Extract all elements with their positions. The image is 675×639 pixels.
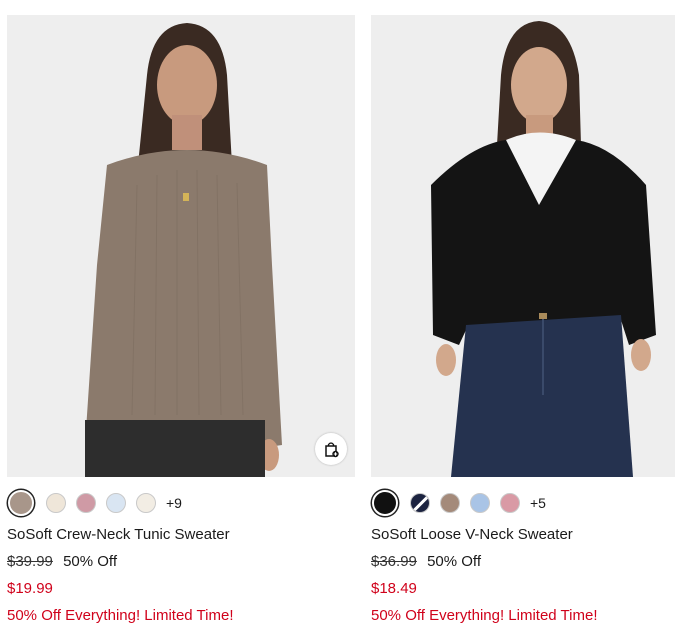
swatch-5[interactable] (500, 493, 520, 513)
swatch-1[interactable] (372, 490, 398, 516)
product-card-2[interactable]: +5 SoSoft Loose V-Neck Sweater $36.99 50… (371, 15, 675, 624)
sale-price: $19.99 (7, 580, 53, 597)
model-photo (7, 15, 355, 477)
swatch-5[interactable] (136, 493, 156, 513)
original-price: $39.99 (7, 553, 53, 570)
discount-label: 50% Off (63, 553, 117, 570)
promo-text: 50% Off Everything! Limited Time! (7, 607, 234, 624)
sale-price: $18.49 (371, 580, 417, 597)
swatch-2[interactable] (410, 493, 430, 513)
more-colors-link[interactable]: +9 (166, 495, 182, 511)
swatch-1[interactable] (8, 490, 34, 516)
more-colors-link[interactable]: +5 (530, 495, 546, 511)
color-swatches: +9 (7, 489, 355, 517)
swatch-3[interactable] (440, 493, 460, 513)
product-image[interactable] (371, 15, 675, 477)
swatch-4[interactable] (106, 493, 126, 513)
original-price: $36.99 (371, 553, 417, 570)
product-name[interactable]: SoSoft Crew-Neck Tunic Sweater (7, 526, 355, 543)
color-swatches: +5 (371, 489, 675, 517)
quick-add-button[interactable] (315, 433, 347, 465)
promo-text: 50% Off Everything! Limited Time! (371, 607, 598, 624)
price-row: $39.99 50% Off (7, 553, 355, 570)
product-name[interactable]: SoSoft Loose V-Neck Sweater (371, 526, 675, 543)
product-image[interactable] (7, 15, 355, 477)
swatch-4[interactable] (470, 493, 490, 513)
model-photo (371, 15, 675, 477)
price-row: $36.99 50% Off (371, 553, 675, 570)
discount-label: 50% Off (427, 553, 481, 570)
shopping-bag-plus-icon (325, 442, 339, 458)
swatch-3[interactable] (76, 493, 96, 513)
product-card-1[interactable]: +9 SoSoft Crew-Neck Tunic Sweater $39.99… (7, 15, 355, 624)
swatch-2[interactable] (46, 493, 66, 513)
